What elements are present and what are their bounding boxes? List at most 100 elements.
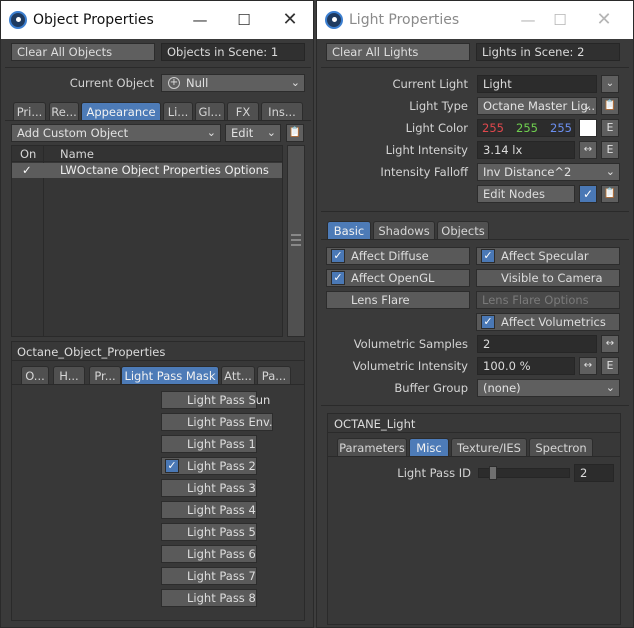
affect-specular-checkbox[interactable]: ✓ Affect Specular [476, 247, 620, 265]
slider-arrows-icon[interactable]: ↔ [579, 141, 597, 159]
color-red[interactable]: 255 [482, 120, 504, 136]
section-header-line [12, 360, 304, 361]
clear-all-lights-button[interactable]: Clear All Lights [326, 43, 470, 61]
subtab-attributes[interactable]: Att... [221, 366, 255, 385]
light-pass-id-field[interactable]: 2 [574, 464, 614, 482]
minimize-icon[interactable]: — [513, 6, 543, 34]
affect-diffuse-checkbox[interactable]: ✓ Affect Diffuse [326, 247, 470, 265]
title-bar[interactable]: Light Properties — ☐ ✕ [317, 1, 633, 39]
color-green[interactable]: 255 [516, 120, 538, 136]
slider-arrows-icon[interactable]: ↔ [579, 357, 597, 375]
visible-to-camera-checkbox[interactable]: Visible to Camera [476, 269, 620, 287]
subtab-texture-ies[interactable]: Texture/IES [451, 438, 527, 457]
current-light-label: Current Light [392, 77, 468, 91]
close-icon[interactable]: ✕ [589, 6, 619, 34]
clipboard-icon[interactable]: 📋 [286, 124, 304, 142]
light-pass-1-toggle[interactable]: Light Pass 1 [161, 435, 257, 453]
pass-label: Light Pass 8 [187, 591, 256, 605]
table-row[interactable]: ✓ LWOctane Object Properties Options [12, 163, 282, 178]
pass-label: Light Pass 4 [187, 503, 256, 517]
intensity-falloff-value: Inv Distance^2 [483, 165, 572, 179]
envelope-e-button[interactable]: E [601, 141, 619, 159]
color-swatch[interactable] [579, 119, 597, 137]
buffer-group-select[interactable]: (none) ⌄ [477, 379, 620, 397]
tab-instance[interactable]: Ins... [261, 102, 303, 121]
light-pass-2-toggle[interactable]: ✓ Light Pass 2 [161, 457, 257, 475]
tab-fx[interactable]: FX [227, 102, 259, 121]
light-pass-7-toggle[interactable]: Light Pass 7 [161, 567, 257, 585]
light-pass-id-label: Light Pass ID [397, 466, 471, 480]
list-scrollbar[interactable] [287, 145, 305, 337]
light-type-select[interactable]: Octane Master Lig... ⌄ [477, 97, 597, 115]
subtab-parameters[interactable]: Parameters [337, 438, 407, 457]
tab-render[interactable]: Re... [49, 102, 79, 121]
light-color-field[interactable]: 255 255 255 [477, 119, 575, 137]
tab-objects[interactable]: Objects [437, 221, 489, 240]
light-pass-5-toggle[interactable]: Light Pass 5 [161, 523, 257, 541]
close-icon[interactable]: ✕ [275, 6, 305, 34]
lens-flare-options-button: Lens Flare Options [476, 291, 620, 309]
light-pass-8-toggle[interactable]: Light Pass 8 [161, 589, 257, 607]
subtab-h[interactable]: H... [53, 366, 85, 385]
row-on-check[interactable]: ✓ [22, 163, 32, 177]
volumetric-intensity-field[interactable]: 100.0 % [477, 357, 575, 375]
light-pass-env-toggle[interactable]: Light Pass Env. [161, 413, 273, 431]
minimize-icon[interactable]: — [185, 6, 215, 34]
divider [321, 405, 629, 406]
tab-appearance[interactable]: Appearance [81, 102, 161, 121]
tab-strip-line [5, 120, 311, 121]
slider-arrows-icon[interactable]: ↔ [601, 335, 619, 353]
light-pass-3-toggle[interactable]: Light Pass 3 [161, 479, 257, 497]
lens-flare-label: Lens Flare [351, 293, 410, 307]
current-object-select[interactable]: + Null ⌄ [161, 74, 305, 92]
custom-object-list[interactable]: On Name ✓ LWOctane Object Properties Opt… [11, 145, 283, 337]
color-blue[interactable]: 255 [550, 120, 572, 136]
list-header: On Name [12, 146, 282, 162]
maximize-icon[interactable]: ☐ [545, 6, 575, 34]
current-light-field[interactable]: Light [477, 75, 597, 93]
tab-shadows[interactable]: Shadows [373, 221, 435, 240]
section-header-line [328, 432, 620, 433]
edit-label: Edit [231, 126, 254, 140]
objects-in-scene-readout: Objects in Scene: 1 [161, 43, 305, 61]
envelope-e-button[interactable]: E [601, 357, 619, 375]
clear-all-objects-button[interactable]: Clear All Objects [11, 43, 155, 61]
title-bar[interactable]: Object Properties — ☐ ✕ [1, 1, 313, 39]
subtab-misc[interactable]: Misc [409, 438, 449, 457]
maximize-icon[interactable]: ☐ [229, 6, 259, 34]
light-pass-sun-toggle[interactable]: Light Pass Sun [161, 391, 270, 409]
tab-global[interactable]: Gl... [195, 102, 225, 121]
light-pass-4-toggle[interactable]: Light Pass 4 [161, 501, 257, 519]
intensity-falloff-select[interactable]: Inv Distance^2 ⌄ [477, 163, 620, 181]
subtab-options[interactable]: O... [21, 366, 49, 385]
envelope-e-button[interactable]: E [601, 119, 619, 137]
lens-flare-checkbox[interactable]: Lens Flare [326, 291, 470, 309]
light-pass-id-slider[interactable] [478, 466, 570, 480]
edit-nodes-checkbox[interactable]: ✓ [579, 185, 597, 203]
add-custom-object-select[interactable]: Add Custom Object ⌄ [11, 124, 221, 142]
subtab-pa[interactable]: Pa... [257, 366, 291, 385]
subtab-strip-line [327, 456, 621, 457]
light-intensity-field[interactable]: 3.14 lx [477, 141, 575, 159]
light-type-value: Octane Master Lig... [483, 99, 597, 113]
affect-volumetrics-checkbox[interactable]: ✓ Affect Volumetrics [476, 313, 620, 331]
subtab-pr[interactable]: Pr... [89, 366, 121, 385]
tab-lights[interactable]: Li... [163, 102, 193, 121]
affect-opengl-checkbox[interactable]: ✓ Affect OpenGL [326, 269, 470, 287]
clipboard-icon[interactable]: 📋 [601, 97, 619, 115]
subtab-spectron[interactable]: Spectron [529, 438, 593, 457]
pass-label: Light Pass 1 [187, 437, 256, 451]
edit-select[interactable]: Edit ⌄ [225, 124, 281, 142]
slider-thumb[interactable] [489, 466, 497, 480]
volumetric-samples-field[interactable]: 2 [477, 335, 597, 353]
tab-basic[interactable]: Basic [327, 221, 371, 240]
clipboard-icon[interactable]: 📋 [601, 185, 619, 203]
chevron-down-icon: ⌄ [605, 381, 615, 394]
divider [5, 67, 311, 68]
chevron-down-icon: ⌄ [290, 76, 300, 89]
tab-primitive[interactable]: Pri... [13, 102, 46, 121]
subtab-light-pass-mask[interactable]: Light Pass Mask [121, 366, 219, 385]
chevron-down-icon[interactable]: ⌄ [601, 75, 619, 93]
light-pass-6-toggle[interactable]: Light Pass 6 [161, 545, 257, 563]
edit-nodes-button[interactable]: Edit Nodes [477, 185, 575, 203]
